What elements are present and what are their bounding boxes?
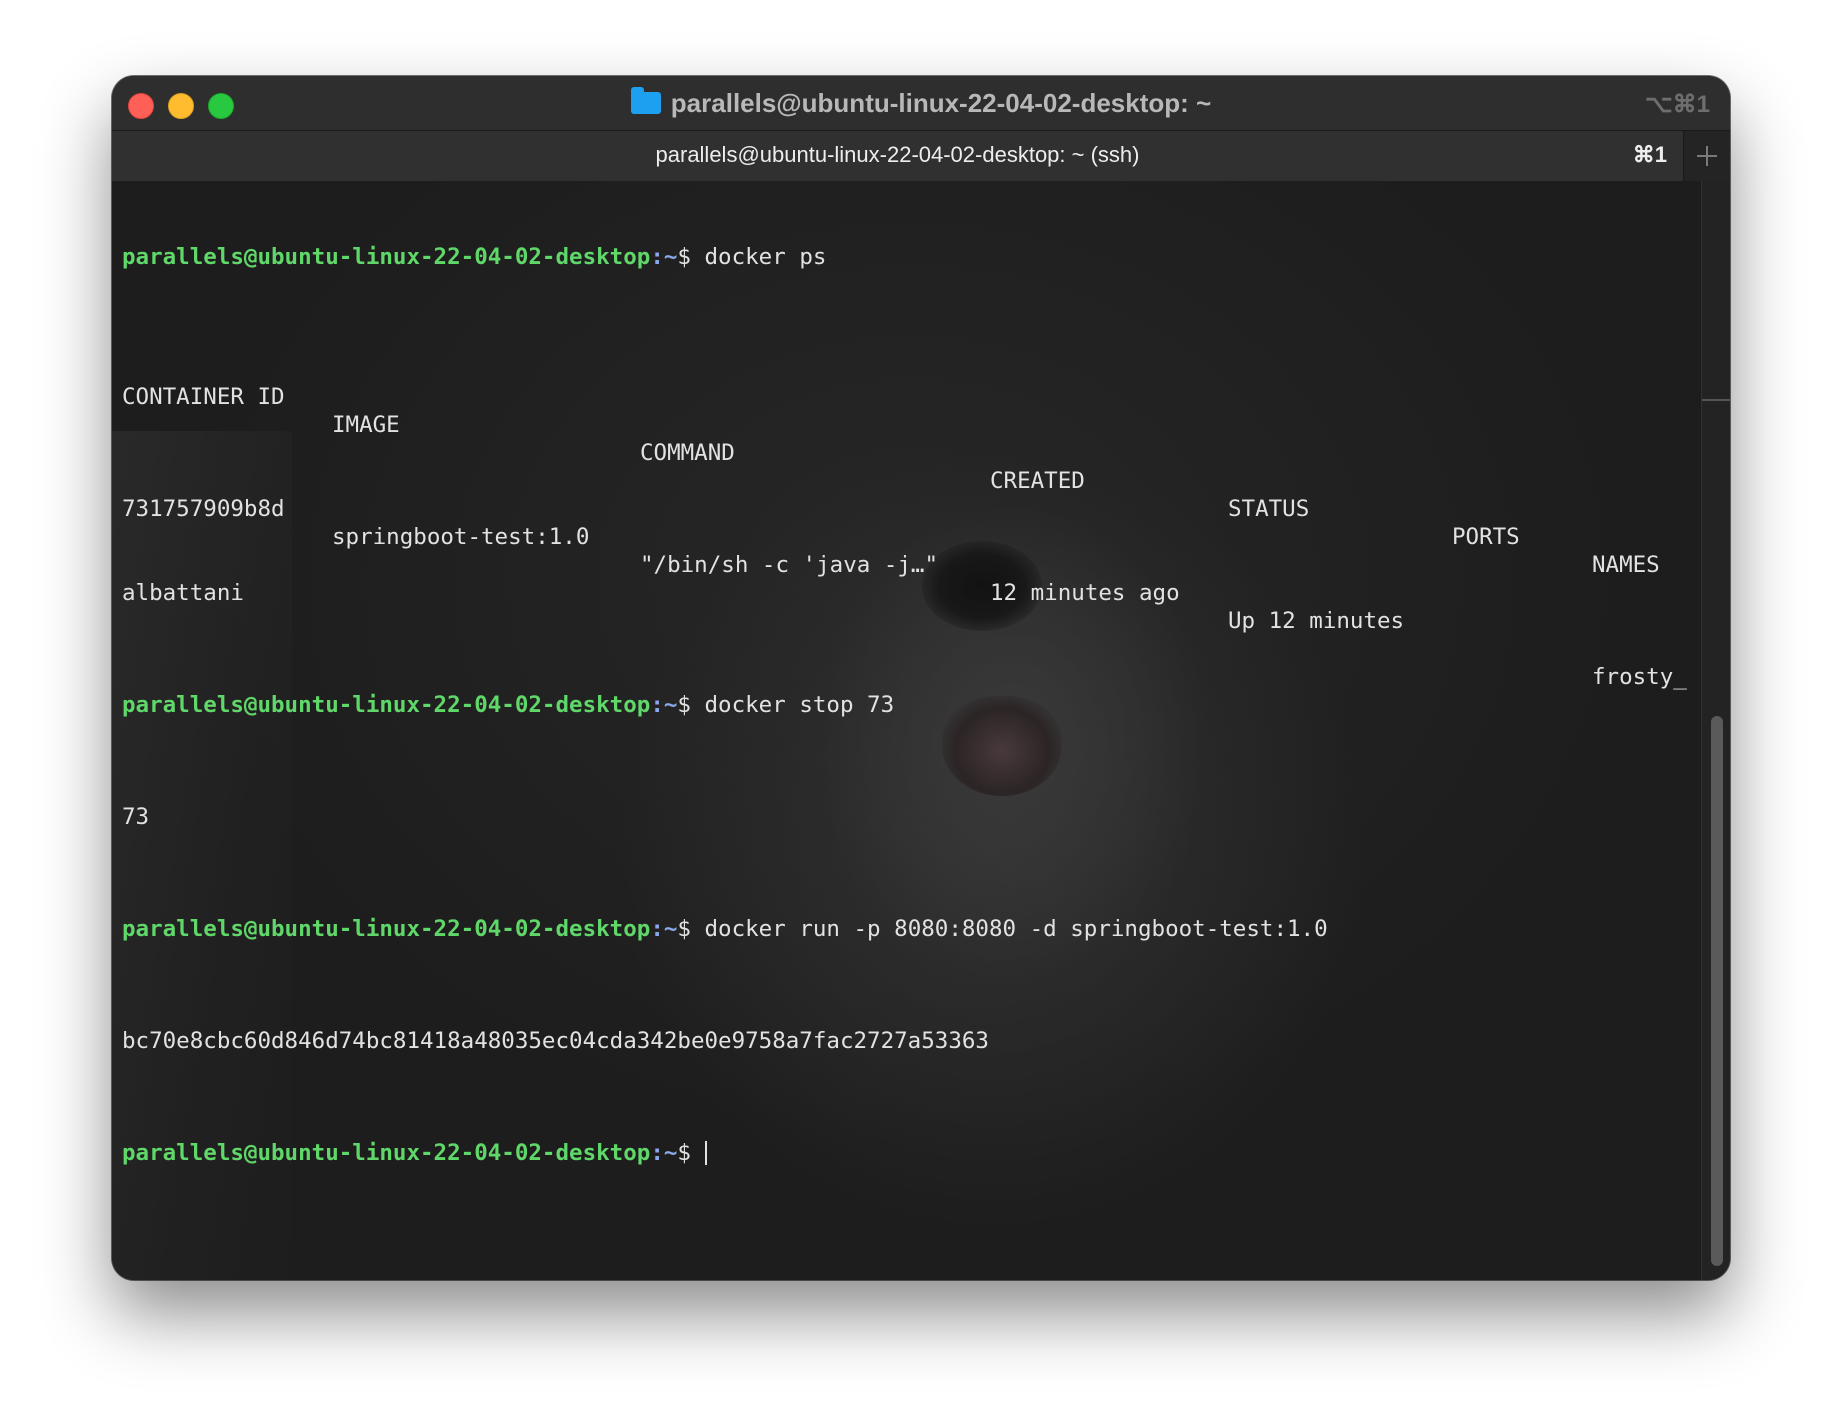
prompt-user: parallels@ubuntu-linux-22-04-02-desktop (122, 916, 651, 942)
scrollbar-marker (1702, 399, 1730, 401)
header-names: NAMES (1592, 552, 1660, 578)
terminal-line: parallels@ubuntu-linux-22-04-02-desktop:… (122, 243, 1328, 271)
header-ports: PORTS (1452, 524, 1520, 550)
tab-shortcut: ⌘1 (1632, 142, 1667, 167)
folder-icon (630, 87, 661, 114)
prompt-symbol: $ (677, 244, 705, 270)
prompt-user: parallels@ubuntu-linux-22-04-02-desktop (122, 244, 651, 270)
text-cursor (704, 1141, 707, 1165)
cell-names: frosty_ (1592, 664, 1687, 690)
cell-container-id: 731757909b8d (122, 496, 285, 522)
cell-image: springboot-test:1.0 (332, 524, 590, 550)
terminal-line: bc70e8cbc60d846d74bc81418a48035ec04cda34… (122, 1027, 1328, 1055)
prompt-symbol: $ (677, 916, 705, 942)
header-image: IMAGE (332, 412, 400, 438)
terminal-output[interactable]: parallels@ubuntu-linux-22-04-02-desktop:… (112, 181, 1730, 1280)
command-text: docker stop 73 (704, 692, 895, 718)
prompt-path: ~ (663, 1140, 678, 1166)
prompt-path: ~ (663, 692, 678, 718)
tab-title: parallels@ubuntu-linux-22-04-02-desktop:… (655, 142, 1140, 167)
prompt-separator: : (650, 916, 664, 942)
new-tab-plus-icon[interactable] (1684, 131, 1730, 181)
ps-header-row: CONTAINER ID IMAGE COMMAND CREATED STATU… (122, 355, 1660, 578)
terminal-window: parallels@ubuntu-linux-22-04-02-desktop:… (112, 76, 1730, 1280)
command-text: docker ps (704, 244, 827, 270)
cell-status: Up 12 minutes (1228, 608, 1405, 634)
prompt-separator: : (650, 1140, 664, 1166)
terminal-line: 73 (122, 803, 1328, 831)
prompt-path: ~ (663, 244, 678, 270)
prompt-separator: : (650, 692, 664, 718)
terminal-line: parallels@ubuntu-linux-22-04-02-desktop:… (122, 691, 1328, 719)
window-title-text: parallels@ubuntu-linux-22-04-02-desktop:… (670, 88, 1212, 118)
run-output: bc70e8cbc60d846d74bc81418a48035ec04cda34… (122, 1028, 989, 1054)
terminal-line: parallels@ubuntu-linux-22-04-02-desktop:… (122, 1139, 1328, 1167)
prompt-symbol: $ (677, 1140, 705, 1166)
header-container-id: CONTAINER ID (122, 384, 285, 410)
cell-command: "/bin/sh -c 'java -j…" (640, 552, 939, 578)
command-text: docker run -p 8080:8080 -d springboot-te… (704, 916, 1328, 942)
terminal-line: parallels@ubuntu-linux-22-04-02-desktop:… (122, 915, 1328, 943)
prompt-symbol: $ (677, 692, 705, 718)
terminal-lines: parallels@ubuntu-linux-22-04-02-desktop:… (122, 187, 1687, 1223)
prompt-user: parallels@ubuntu-linux-22-04-02-desktop (122, 1140, 651, 1166)
tab-ssh[interactable]: parallels@ubuntu-linux-22-04-02-desktop:… (112, 131, 1684, 181)
window-shortcut: ⌥⌘1 (1644, 91, 1710, 118)
tab-bar: parallels@ubuntu-linux-22-04-02-desktop:… (112, 130, 1730, 181)
header-command: COMMAND (640, 440, 735, 466)
prompt-separator: : (650, 244, 664, 270)
header-status: STATUS (1228, 496, 1310, 522)
stop-output: 73 (122, 804, 150, 830)
scrollbar-thumb[interactable] (1711, 716, 1723, 1266)
title-bar[interactable]: parallels@ubuntu-linux-22-04-02-desktop:… (112, 76, 1730, 181)
prompt-path: ~ (663, 916, 678, 942)
ps-data-row: 731757909b8d springboot-test:1.0 "/bin/s… (122, 467, 1687, 690)
cell-created: 12 minutes ago (990, 580, 1180, 606)
window-title: parallels@ubuntu-linux-22-04-02-desktop:… (112, 87, 1730, 119)
